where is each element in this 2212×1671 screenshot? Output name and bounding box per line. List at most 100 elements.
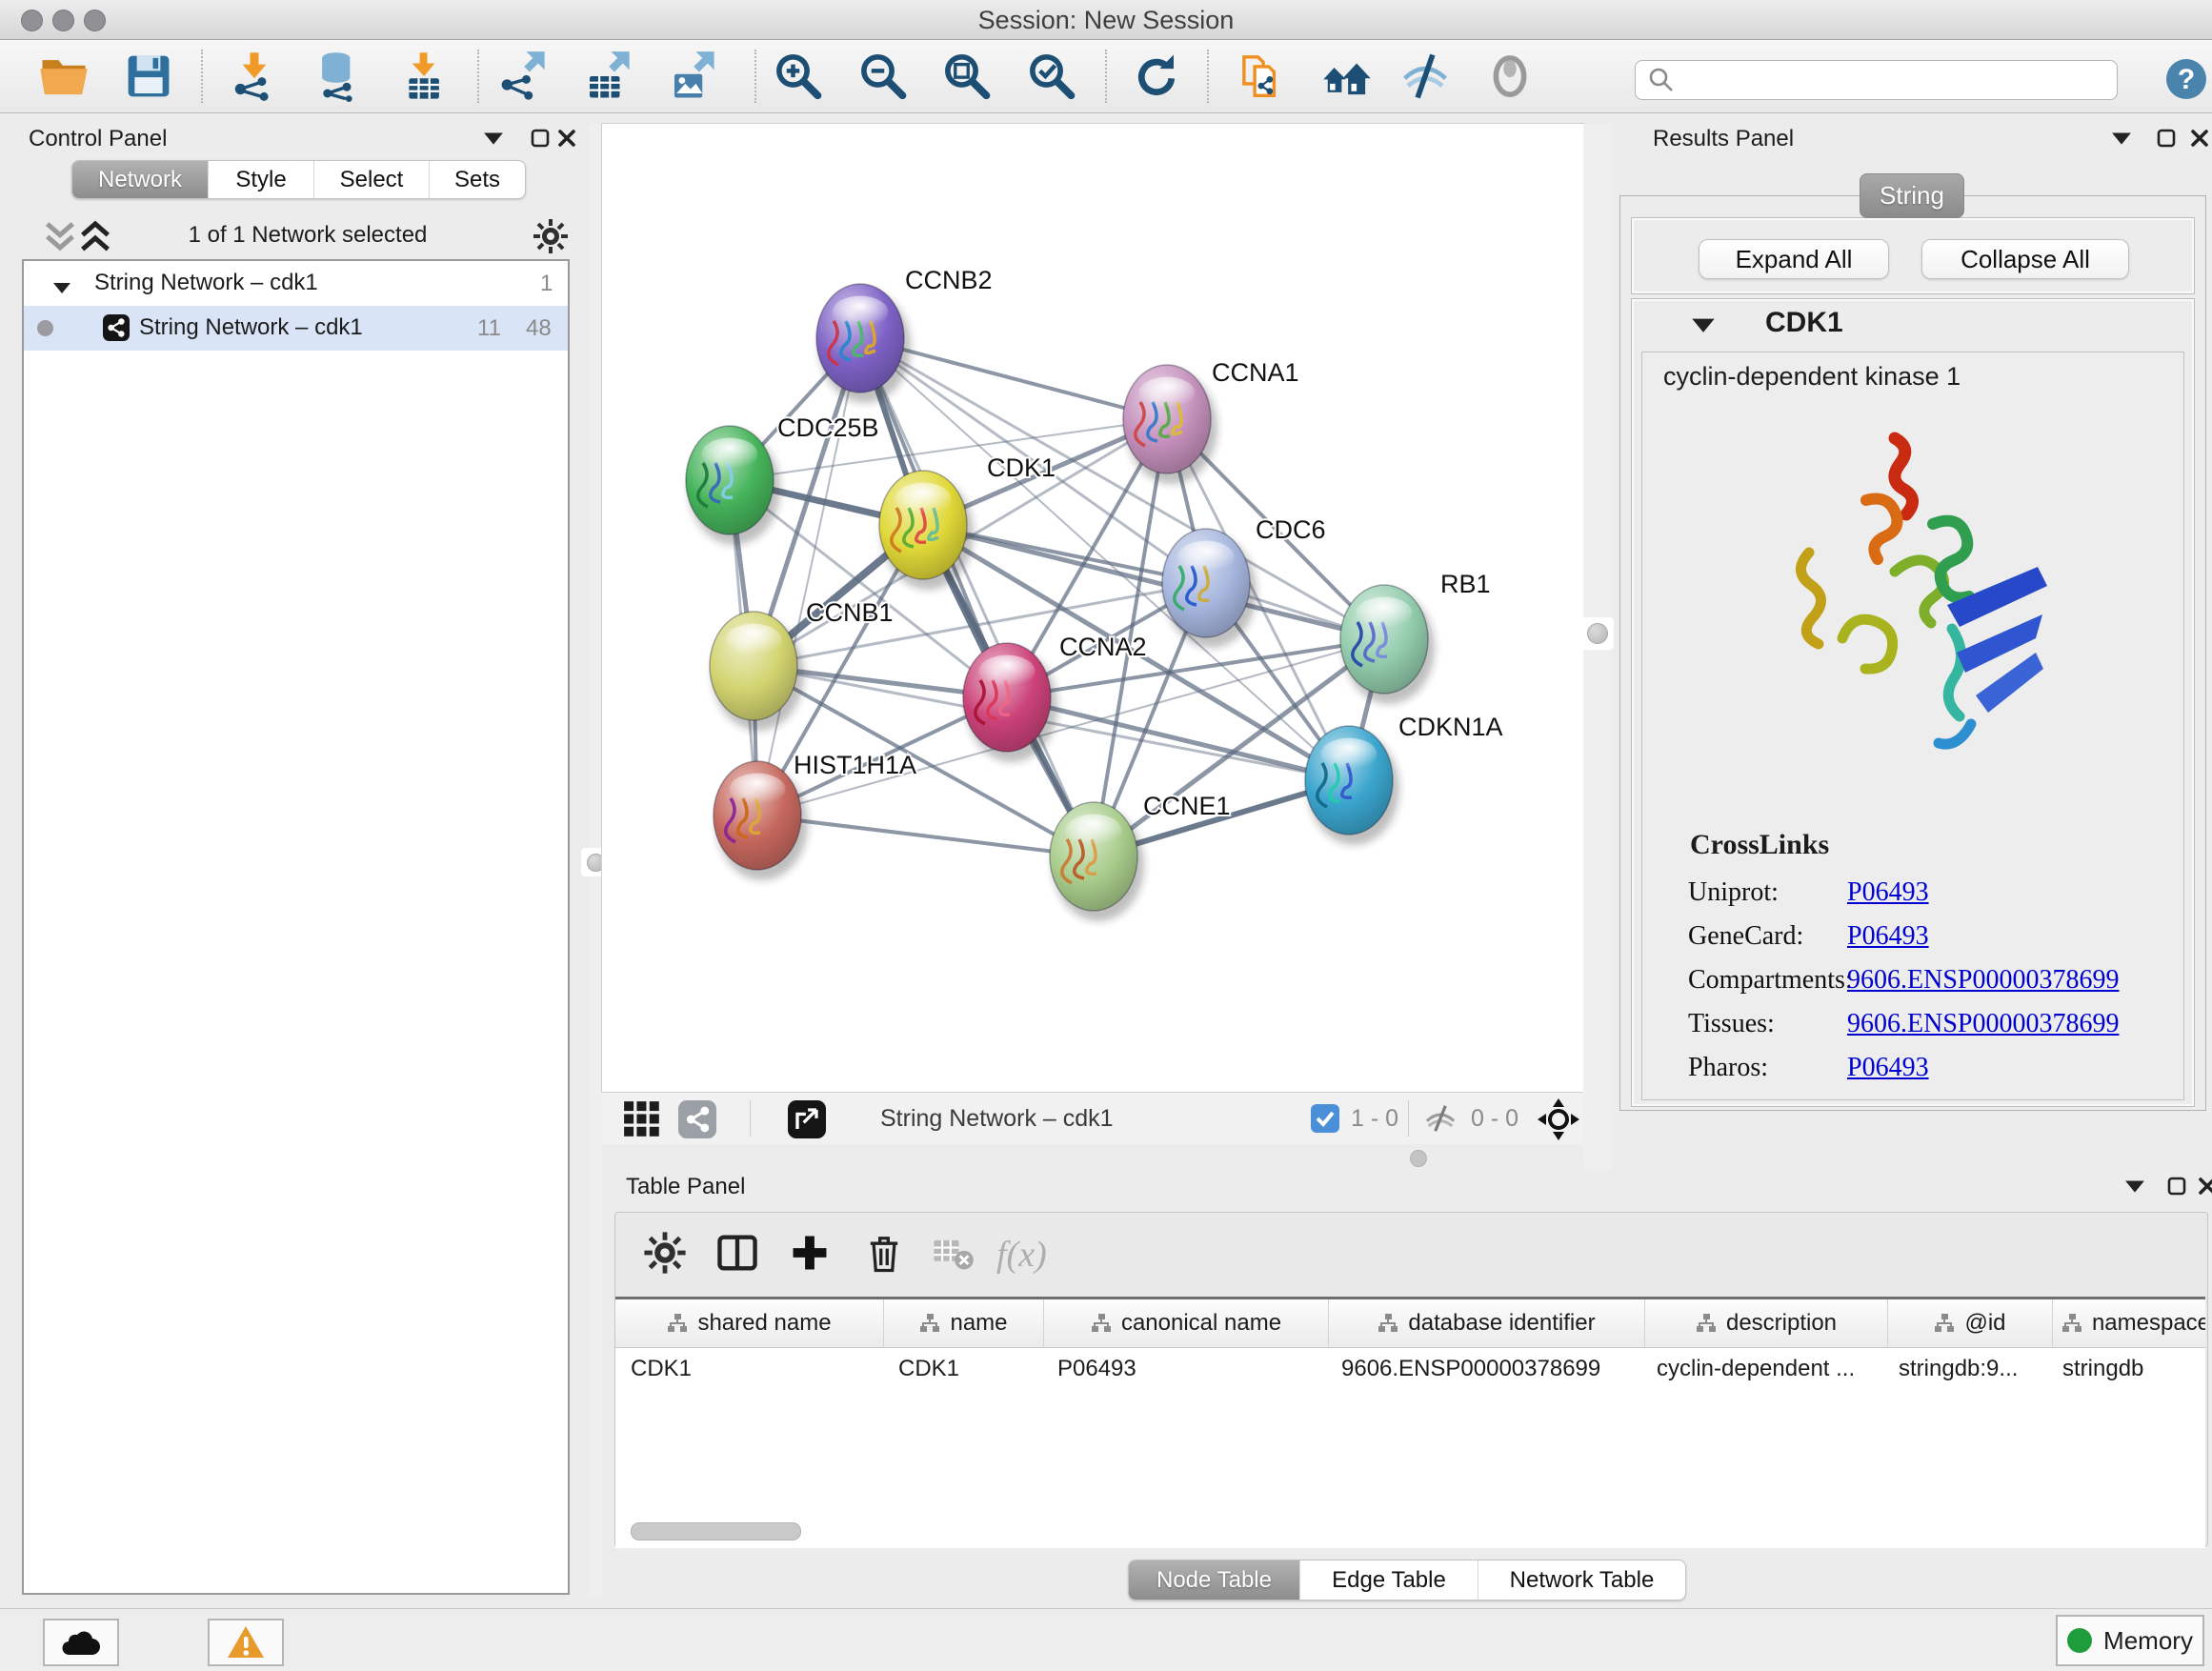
node-CDC6[interactable] bbox=[1162, 529, 1257, 648]
tab-style[interactable]: Style bbox=[208, 161, 313, 198]
table-options-gear-icon[interactable] bbox=[642, 1230, 688, 1276]
collapse-all-button[interactable]: Collapse All bbox=[1921, 239, 2129, 279]
control-panel-float-icon[interactable] bbox=[526, 126, 554, 151]
show-panels-icon[interactable] bbox=[1484, 50, 1536, 102]
node-CCNE1[interactable] bbox=[1050, 802, 1144, 921]
right-splitter[interactable] bbox=[1583, 124, 1612, 1170]
column-header-canonical-name[interactable]: canonical name bbox=[1044, 1299, 1329, 1347]
network-collection-row[interactable]: String Network – cdk1 1 bbox=[24, 261, 568, 306]
expand-all-networks-icon[interactable] bbox=[76, 219, 114, 252]
search-input[interactable] bbox=[1685, 63, 2108, 97]
column-header-description[interactable]: description bbox=[1645, 1299, 1888, 1347]
network-view-canvas[interactable]: CCNB2CCNA1CDC25BCDK1CDC6RB1CCNB1CCNA2CDK… bbox=[602, 124, 1583, 1092]
network-options-gear-icon[interactable] bbox=[532, 217, 570, 255]
zoom-fit-content-icon[interactable] bbox=[940, 50, 992, 102]
node-CDKN1A[interactable] bbox=[1305, 726, 1399, 845]
fit-selected-crosshair-icon[interactable] bbox=[1538, 1098, 1579, 1140]
table-panel-float-icon[interactable] bbox=[2162, 1174, 2191, 1198]
column-header-name[interactable]: name bbox=[884, 1299, 1044, 1347]
collapse-all-networks-icon[interactable] bbox=[41, 219, 79, 252]
open-session-icon[interactable] bbox=[38, 50, 90, 102]
string-home-icon[interactable] bbox=[1321, 50, 1373, 102]
table-cell[interactable]: cyclin-dependent ... bbox=[1641, 1348, 1883, 1390]
node-RB1[interactable] bbox=[1340, 585, 1435, 704]
export-table-icon[interactable] bbox=[581, 50, 633, 102]
network-row[interactable]: String Network – cdk1 11 48 bbox=[24, 306, 568, 351]
import-table-icon[interactable] bbox=[397, 50, 449, 102]
tab-edge-table[interactable]: Edge Table bbox=[1299, 1560, 1478, 1600]
import-network-from-database-icon[interactable] bbox=[312, 50, 364, 102]
crosslink-link[interactable]: P06493 bbox=[1847, 921, 1929, 952]
zoom-in-icon[interactable] bbox=[772, 50, 823, 102]
crosslink-link[interactable]: P06493 bbox=[1847, 1053, 1929, 1083]
table-cell[interactable]: 9606.ENSP00000378699 bbox=[1326, 1348, 1641, 1390]
open-in-new-icon[interactable] bbox=[788, 1100, 826, 1138]
tab-select[interactable]: Select bbox=[313, 161, 429, 198]
splitter-handle[interactable] bbox=[1410, 1150, 1427, 1167]
node-CCNA2[interactable] bbox=[963, 643, 1057, 762]
import-network-icon[interactable] bbox=[229, 50, 280, 102]
crosslink-link[interactable]: 9606.ENSP00000378699 bbox=[1847, 1009, 2119, 1039]
zoom-out-icon[interactable] bbox=[856, 50, 908, 102]
column-header-namespace[interactable]: namespace bbox=[2053, 1299, 2205, 1347]
column-header-database-identifier[interactable]: database identifier bbox=[1329, 1299, 1645, 1347]
left-splitter[interactable] bbox=[589, 124, 602, 1597]
zoom-selected-icon[interactable] bbox=[1025, 50, 1076, 102]
table-cell[interactable]: stringdb bbox=[2047, 1348, 2205, 1390]
splitter-handle[interactable] bbox=[1581, 617, 1614, 650]
node-CCNB2[interactable] bbox=[816, 284, 911, 403]
title-bar[interactable]: Session: New Session bbox=[0, 0, 2212, 40]
control-panel-close-icon[interactable] bbox=[553, 126, 581, 151]
control-panel-menu-icon[interactable] bbox=[479, 126, 508, 151]
hidden-elements-icon[interactable] bbox=[1423, 1104, 1458, 1133]
export-image-icon[interactable] bbox=[666, 50, 717, 102]
crosslink-link[interactable]: 9606.ENSP00000378699 bbox=[1847, 965, 2119, 996]
network-graph[interactable]: CCNB2CCNA1CDC25BCDK1CDC6RB1CCNB1CCNA2CDK… bbox=[602, 124, 1583, 1092]
table-panel-close-icon[interactable] bbox=[2193, 1174, 2212, 1198]
node-CDK1[interactable] bbox=[879, 471, 974, 590]
delete-column-icon[interactable] bbox=[861, 1230, 907, 1276]
gene-expander-icon[interactable] bbox=[1691, 316, 1716, 335]
network-share-icon[interactable] bbox=[678, 1100, 716, 1138]
column-header-@id[interactable]: @id bbox=[1888, 1299, 2053, 1347]
save-session-icon[interactable] bbox=[123, 50, 174, 102]
search-box[interactable] bbox=[1635, 60, 2118, 100]
table-cell[interactable]: CDK1 bbox=[883, 1348, 1042, 1390]
table-cell[interactable]: stringdb:9... bbox=[1883, 1348, 2047, 1390]
table-row[interactable]: CDK1CDK1P064939606.ENSP00000378699cyclin… bbox=[615, 1348, 2205, 1390]
apply-layout-icon[interactable] bbox=[1131, 50, 1182, 102]
results-panel-float-icon[interactable] bbox=[2152, 126, 2181, 151]
export-network-icon[interactable] bbox=[496, 50, 548, 102]
show-columns-icon[interactable] bbox=[714, 1230, 760, 1276]
crosslink-link[interactable]: P06493 bbox=[1847, 877, 1929, 908]
clone-network-icon[interactable] bbox=[1237, 50, 1288, 102]
collection-expander-icon[interactable] bbox=[52, 274, 71, 290]
node-table[interactable]: shared namenamecanonical namedatabase id… bbox=[615, 1297, 2205, 1548]
expand-all-button[interactable]: Expand All bbox=[1699, 239, 1889, 279]
node-CDC25B[interactable] bbox=[686, 426, 780, 545]
horizontal-splitter[interactable] bbox=[602, 1144, 1583, 1170]
table-cell[interactable]: CDK1 bbox=[615, 1348, 883, 1390]
warnings-button[interactable] bbox=[208, 1619, 284, 1666]
results-panel-close-icon[interactable] bbox=[2185, 126, 2212, 151]
tab-string[interactable]: String bbox=[1860, 173, 1964, 218]
table-horizontal-scrollbar[interactable] bbox=[631, 1522, 801, 1540]
birdseye-grid-icon[interactable] bbox=[623, 1100, 661, 1138]
column-header-shared-name[interactable]: shared name bbox=[615, 1299, 884, 1347]
results-panel-menu-icon[interactable] bbox=[2107, 126, 2136, 151]
table-cell[interactable]: P06493 bbox=[1042, 1348, 1326, 1390]
tab-node-table[interactable]: Node Table bbox=[1129, 1560, 1299, 1600]
tab-sets[interactable]: Sets bbox=[429, 161, 525, 198]
node-CCNA1[interactable] bbox=[1123, 365, 1217, 484]
memory-button[interactable]: Memory bbox=[2056, 1615, 2204, 1666]
help-icon[interactable]: ? bbox=[2164, 57, 2208, 101]
cloud-status-button[interactable] bbox=[43, 1619, 119, 1666]
node-CCNB1[interactable] bbox=[710, 612, 804, 731]
hide-panels-icon[interactable] bbox=[1399, 50, 1451, 102]
tab-network[interactable]: Network bbox=[72, 161, 208, 198]
selected-checkbox-icon[interactable] bbox=[1311, 1104, 1339, 1133]
edge-CCNB2-HIST1H1A[interactable] bbox=[757, 338, 860, 815]
tab-network-table[interactable]: Network Table bbox=[1478, 1560, 1685, 1600]
add-column-icon[interactable] bbox=[787, 1230, 833, 1276]
table-panel-menu-icon[interactable] bbox=[2121, 1174, 2149, 1198]
